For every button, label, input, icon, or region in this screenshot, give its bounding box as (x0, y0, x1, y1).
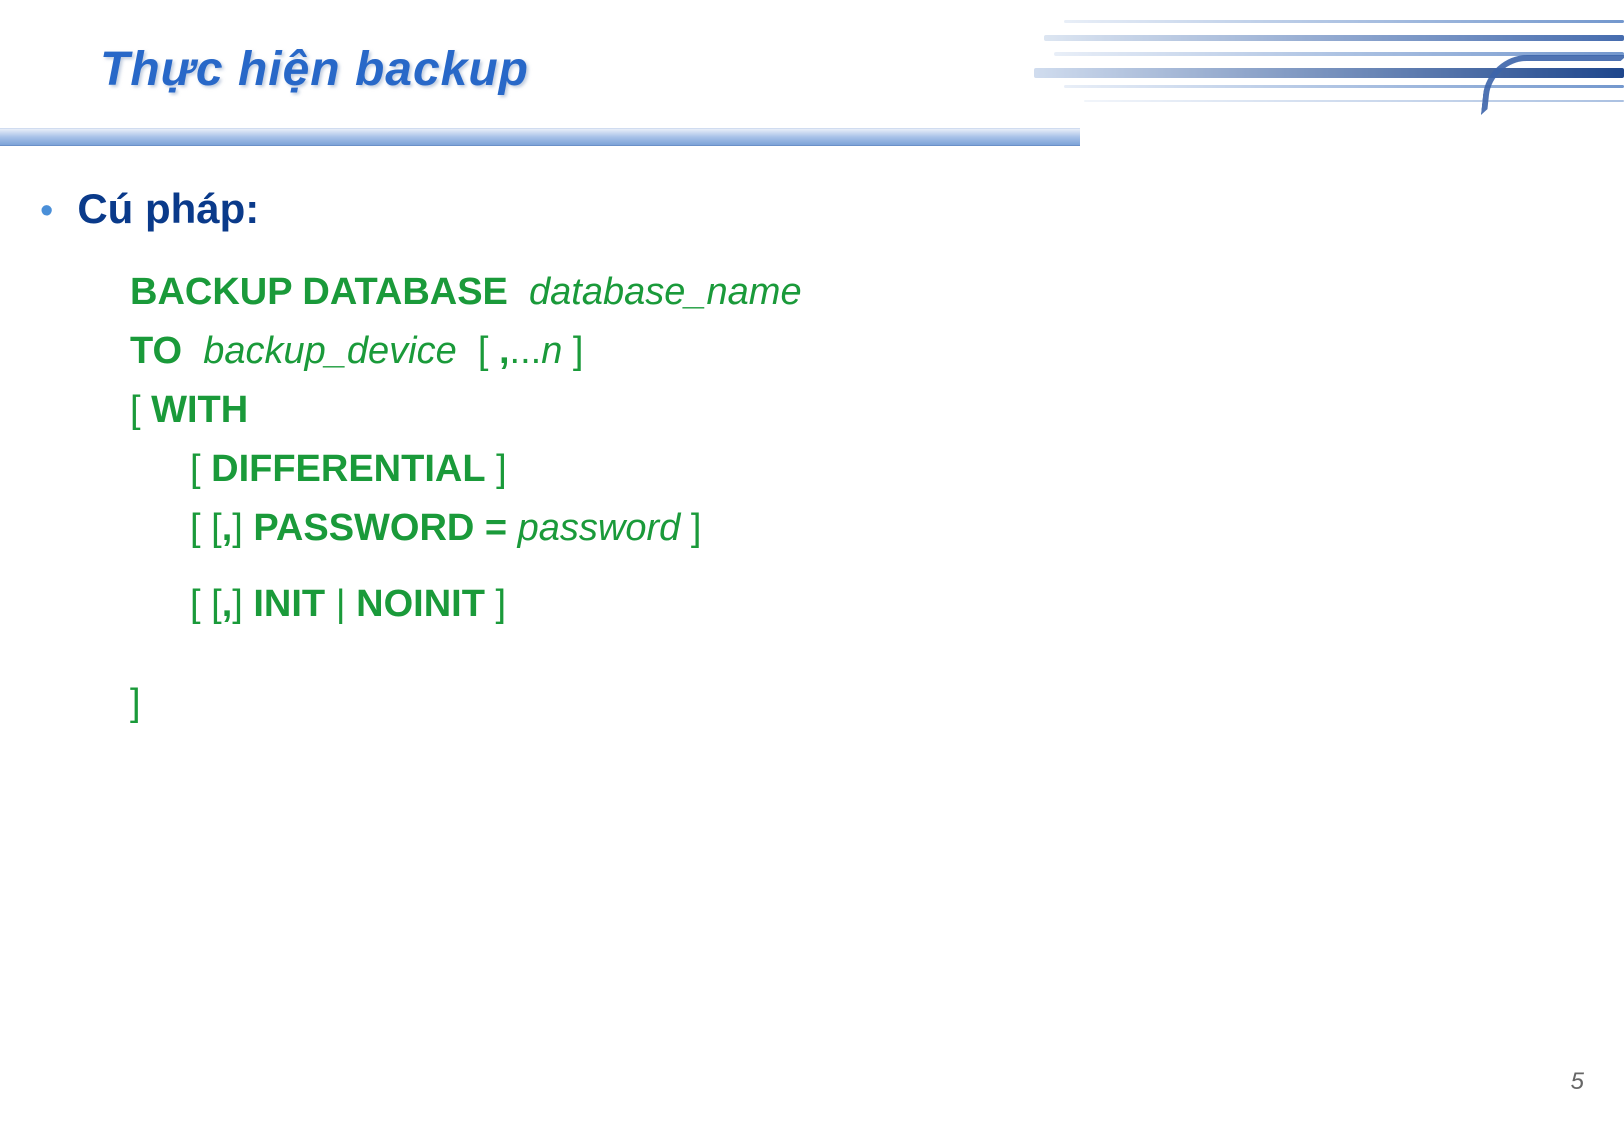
kw-noinit: NOINIT (356, 583, 485, 625)
content-area: • Cú pháp: BACKUP DATABASE database_name… (40, 185, 1584, 733)
code-line-5: [ [,] PASSWORD = password ] (130, 499, 1584, 558)
bracket-close-partial: ] (232, 583, 253, 625)
bracket-close: ] (485, 583, 506, 625)
bracket-open: [ [ (190, 583, 222, 625)
comma: , (499, 330, 510, 372)
arg-password: password (518, 507, 681, 549)
code-block: BACKUP DATABASE database_name TO backup_… (130, 263, 1584, 733)
arg-database-name: database_name (529, 271, 802, 313)
code-line-1: BACKUP DATABASE database_name (130, 263, 1584, 322)
divider-bar (0, 128, 1080, 146)
kw-to: TO (130, 330, 182, 372)
sep-open: [ (457, 330, 499, 372)
code-line-3: [ WITH (130, 381, 1584, 440)
slide-title: Thực hiện backup (100, 42, 529, 97)
wave-corner (1481, 55, 1624, 115)
wave-line (1044, 35, 1624, 41)
kw-backup-database: BACKUP DATABASE (130, 271, 508, 313)
kw-init: INIT (253, 583, 325, 625)
code-line-6: [ [,] INIT | NOINIT ] (130, 575, 1584, 634)
pipe: | (325, 583, 356, 625)
wave-line (1064, 20, 1624, 23)
bracket-close: ] (680, 507, 701, 549)
page-number: 5 (1571, 1068, 1584, 1096)
ellipsis: ... (510, 330, 542, 372)
bracket-close-final: ] (130, 682, 141, 724)
comma: , (222, 507, 233, 549)
code-line-4: [ DIFFERENTIAL ] (130, 440, 1584, 499)
space (507, 507, 518, 549)
bracket-close: ] (486, 448, 507, 490)
bullet-label: Cú pháp: (77, 185, 259, 233)
kw-with: WITH (151, 389, 248, 431)
kw-differential: DIFFERENTIAL (211, 448, 485, 490)
bracket-open: [ (130, 389, 151, 431)
kw-password: PASSWORD = (253, 507, 507, 549)
arg-backup-device: backup_device (203, 330, 457, 372)
bullet-item: • Cú pháp: (40, 185, 1584, 233)
code-line-7: ] (130, 674, 1584, 733)
arg-n: n (541, 330, 562, 372)
comma: , (222, 583, 233, 625)
bracket-close-partial: ] (232, 507, 253, 549)
bracket-open: [ [ (190, 507, 222, 549)
code-line-2: TO backup_device [ ,...n ] (130, 322, 1584, 381)
sep-close: ] (562, 330, 583, 372)
header-decoration (1024, 0, 1624, 140)
bracket-open: [ (190, 448, 211, 490)
bullet-dot-icon: • (40, 192, 53, 230)
